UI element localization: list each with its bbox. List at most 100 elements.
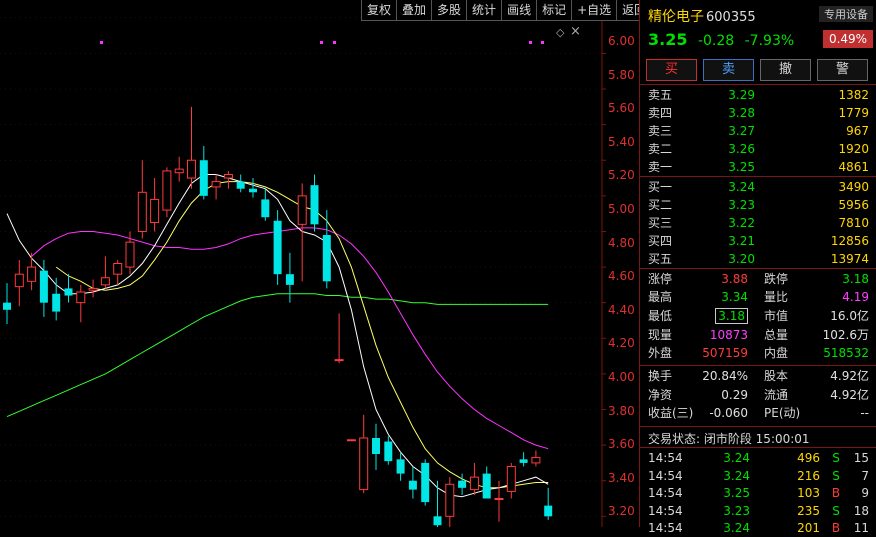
candle-body-down xyxy=(273,220,282,275)
price-line: 3.25 -0.28 -7.93% xyxy=(648,30,794,49)
level-label: 买二 xyxy=(648,198,673,212)
volume-ratio-value: 4.19 xyxy=(842,290,869,304)
level-label: 买四 xyxy=(648,234,673,248)
tick-count: 18 xyxy=(853,503,869,518)
level-volume: 5956 xyxy=(838,198,869,212)
divider xyxy=(640,268,876,269)
candle-body-down xyxy=(544,505,553,517)
level-label: 卖三 xyxy=(648,124,673,138)
tick-time: 14:54 xyxy=(648,468,683,483)
candle-body-down xyxy=(433,516,442,526)
add-watchlist-button[interactable]: +自选 xyxy=(571,0,617,21)
stat-label: 总量 xyxy=(764,328,789,342)
candle-body-down xyxy=(249,188,257,193)
y-tick-label: 3.80 xyxy=(608,403,635,418)
candle-body-up xyxy=(174,168,184,174)
level-label: 卖二 xyxy=(648,142,673,156)
tick-row: 14:54 3.24 496 S 15 xyxy=(640,450,876,467)
statistics-button[interactable]: 统计 xyxy=(466,0,502,21)
sector-label[interactable]: 专用设备 xyxy=(819,6,873,22)
candle-body-down xyxy=(384,441,393,462)
level-price: 3.24 xyxy=(728,180,755,194)
ask-row[interactable]: 卖四 3.28 1779 xyxy=(640,105,876,122)
outer-volume-value: 507159 xyxy=(702,346,748,360)
tick-row: 14:54 3.24 216 S 7 xyxy=(640,468,876,485)
diamond-icon[interactable]: ◇ xyxy=(556,26,564,39)
ask-row[interactable]: 卖三 3.27 967 xyxy=(640,123,876,140)
candle-body-down xyxy=(52,293,61,312)
level-label: 卖四 xyxy=(648,106,673,120)
divider xyxy=(640,426,876,427)
level-volume: 967 xyxy=(846,124,869,138)
candle-body-up xyxy=(76,291,86,304)
stats-row: 外盘 507159 内盘 518532 xyxy=(640,345,876,362)
bid-row[interactable]: 买二 3.23 5956 xyxy=(640,197,876,214)
stats-row: 最高 3.34 量比 4.19 xyxy=(640,289,876,306)
candle-body-down xyxy=(310,185,319,225)
ask-row[interactable]: 卖一 3.25 4861 xyxy=(640,159,876,176)
ma-green-line xyxy=(6,293,549,418)
tick-time: 14:54 xyxy=(648,503,683,518)
tick-row: 14:54 3.24 201 B 11 xyxy=(640,520,876,537)
tick-side: B xyxy=(831,486,841,500)
bid-row[interactable]: 买五 3.20 13974 xyxy=(640,251,876,268)
ask-row[interactable]: 卖五 3.29 1382 xyxy=(640,87,876,104)
level-price: 3.23 xyxy=(728,198,755,212)
level-price: 3.28 xyxy=(728,106,755,120)
candle-body-up xyxy=(14,273,24,288)
bid-row[interactable]: 买三 3.22 7810 xyxy=(640,215,876,232)
level-price: 3.21 xyxy=(728,234,755,248)
tick-volume: 201 xyxy=(797,521,820,535)
level-label: 买五 xyxy=(648,252,673,266)
low-value: 3.18 xyxy=(690,308,748,325)
cancel-order-button[interactable]: 撤 xyxy=(760,59,811,81)
candle-body-up xyxy=(162,170,172,211)
tick-price: 3.25 xyxy=(723,486,750,500)
candle-body-up xyxy=(187,159,196,179)
tick-time: 14:54 xyxy=(648,486,683,500)
share-capital-value: 4.92亿 xyxy=(830,369,869,383)
close-icon[interactable]: × xyxy=(570,24,581,39)
level-price: 3.22 xyxy=(728,216,755,230)
y-tick-label: 4.20 xyxy=(608,336,635,351)
fuquan-button[interactable]: 复权 xyxy=(361,0,397,21)
tick-price: 3.24 xyxy=(723,451,750,465)
bid-row[interactable]: 买一 3.24 3490 xyxy=(640,179,876,196)
quote-panel: 精伦电子 600355 专用设备 3.25 -0.28 -7.93% 0.49% … xyxy=(639,0,876,535)
multi-stock-button[interactable]: 多股 xyxy=(431,0,467,21)
ask-row[interactable]: 卖二 3.26 1920 xyxy=(640,141,876,158)
level-price: 3.25 xyxy=(728,160,755,174)
signal-marker xyxy=(320,41,323,44)
stat-label: PE(动) xyxy=(764,406,801,420)
chart-toolbar: 复权 叠加 多股 统计 画线 标记 +自选 返回 xyxy=(361,0,652,21)
total-volume-value: 102.6万 xyxy=(822,328,869,342)
candle-body-up xyxy=(531,457,541,464)
stat-label: 换手 xyxy=(648,369,673,383)
stat-label: 涨停 xyxy=(648,272,673,286)
mark-button[interactable]: 标记 xyxy=(536,0,572,21)
buy-button[interactable]: 买 xyxy=(646,59,697,81)
alert-button[interactable]: 警 xyxy=(817,59,868,81)
y-tick-label: 5.80 xyxy=(608,67,635,82)
sell-button[interactable]: 卖 xyxy=(703,59,754,81)
level-label: 买三 xyxy=(648,216,673,230)
candle-body-up xyxy=(346,439,356,442)
stock-name: 精伦电子 xyxy=(648,9,704,25)
tick-row: 14:54 3.25 103 B 9 xyxy=(640,485,876,502)
stock-code: 600355 xyxy=(706,10,756,25)
tick-volume: 235 xyxy=(797,503,820,518)
y-tick-label: 5.60 xyxy=(608,101,635,116)
level-label: 卖五 xyxy=(648,88,673,102)
draw-line-button[interactable]: 画线 xyxy=(501,0,537,21)
kline-chart-area[interactable]: 复权 叠加 多股 统计 画线 标记 +自选 返回 ◇ × 6.00 5.80 5.6… xyxy=(0,0,652,527)
overlay-button[interactable]: 叠加 xyxy=(396,0,432,21)
stats-row: 净资 0.29 流通 4.92亿 xyxy=(640,387,876,404)
level-volume: 4861 xyxy=(838,160,869,174)
candlestick-chart[interactable] xyxy=(0,0,638,527)
bid-row[interactable]: 买四 3.21 12856 xyxy=(640,233,876,250)
signal-marker xyxy=(100,41,103,44)
tick-volume: 496 xyxy=(797,451,820,465)
pe-value: -- xyxy=(860,406,869,420)
candle-body-down xyxy=(322,235,331,282)
tick-side: B xyxy=(831,521,841,535)
